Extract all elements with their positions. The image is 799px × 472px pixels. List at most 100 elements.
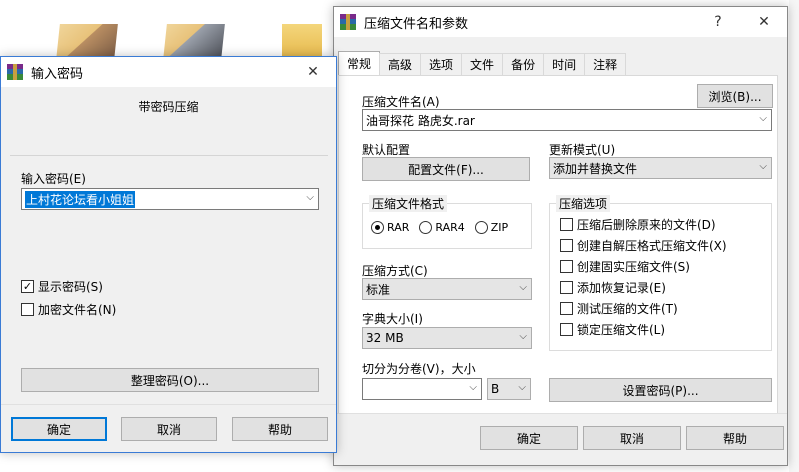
tab-backup[interactable]: 备份 (502, 53, 545, 75)
profile-button[interactable]: 配置文件(F)... (362, 157, 530, 181)
tab-time[interactable]: 时间 (543, 53, 586, 75)
method-label: 压缩方式(C) (362, 264, 428, 278)
tab-files[interactable]: 文件 (461, 53, 504, 75)
split-unit-select[interactable]: B ⌵ (487, 378, 531, 400)
lock-archive-checkbox[interactable]: 锁定压缩文件(L) (560, 321, 665, 338)
archive-name-value: 油哥探花 路虎女.rar (366, 113, 475, 128)
format-zip-label: ZIP (490, 221, 509, 234)
sfx-checkbox[interactable]: 创建自解压格式压缩文件(X) (560, 237, 727, 254)
checkmark-icon: ✓ (21, 280, 34, 293)
password-value: 上村花论坛看小姐姐 (25, 190, 136, 208)
test-archive-checkbox[interactable]: 测试压缩的文件(T) (560, 300, 678, 317)
checkbox-icon (21, 303, 34, 316)
password-label: 输入密码(E) (21, 172, 86, 186)
chevron-down-icon[interactable]: ⌵ (306, 192, 314, 203)
ok-button[interactable]: 确定 (480, 426, 578, 450)
option-label: 压缩后删除原来的文件(D) (577, 218, 716, 232)
method-value: 标准 (366, 282, 391, 297)
recovery-record-checkbox[interactable]: 添加恢复记录(E) (560, 279, 666, 296)
dict-size-label: 字典大小(I) (362, 312, 423, 326)
checkbox-icon (560, 281, 573, 294)
desktop-file-thumbnail[interactable] (56, 24, 118, 60)
dialog-footer: 确定 取消 帮助 (1, 404, 336, 452)
tab-options[interactable]: 选项 (420, 53, 463, 75)
background-window-edge (789, 0, 799, 472)
show-password-checkbox[interactable]: ✓ 显示密码(S) (21, 278, 103, 295)
chevron-down-icon[interactable]: ⌵ (519, 331, 527, 342)
encrypt-names-checkbox[interactable]: 加密文件名(N) (21, 301, 116, 318)
dict-size-value: 32 MB (366, 331, 404, 345)
cancel-button[interactable]: 取消 (583, 426, 681, 450)
password-field[interactable]: 上村花论坛看小姐姐 ⌵ (21, 188, 319, 210)
radio-selected-icon (371, 221, 384, 234)
archive-name-label: 压缩文件名(A) (362, 95, 440, 109)
dialog-heading: 带密码压缩 (138, 100, 199, 114)
tab-general[interactable]: 常规 (338, 51, 381, 75)
method-select[interactable]: 标准 ⌵ (362, 278, 532, 300)
option-label: 测试压缩的文件(T) (577, 302, 678, 316)
divider (10, 155, 328, 156)
format-rar-radio[interactable]: RAR (371, 221, 409, 234)
checkbox-icon (560, 302, 573, 315)
option-label: 创建固实压缩文件(S) (577, 260, 690, 274)
cancel-button[interactable]: 取消 (121, 417, 217, 441)
password-dialog: 输入密码 ✕ 带密码压缩 输入密码(E) 上村花论坛看小姐姐 ⌵ ✓ 显示密码(S… (0, 56, 337, 453)
help-button[interactable]: 帮助 (686, 426, 784, 450)
winrar-icon (7, 64, 23, 80)
archive-format-group: 压缩文件格式 RAR RAR4 ZIP (362, 195, 532, 249)
radio-icon (474, 221, 488, 234)
radio-icon (419, 221, 433, 234)
checkbox-icon (560, 218, 573, 231)
option-label: 锁定压缩文件(L) (577, 323, 666, 337)
dict-size-select[interactable]: 32 MB ⌵ (362, 327, 532, 349)
desktop-folder-icon[interactable] (282, 24, 322, 60)
solid-checkbox[interactable]: 创建固实压缩文件(S) (560, 258, 690, 275)
chevron-down-icon[interactable]: ⌵ (759, 113, 767, 124)
archive-name-field[interactable]: 油哥探花 路虎女.rar ⌵ (362, 109, 772, 131)
title-bar[interactable]: 输入密码 ✕ (1, 57, 336, 87)
checkbox-icon (560, 260, 573, 273)
option-label: 创建自解压格式压缩文件(X) (577, 239, 727, 253)
window-title: 输入密码 (31, 66, 84, 82)
update-mode-select[interactable]: 添加并替换文件 ⌵ (549, 157, 772, 179)
chevron-down-icon[interactable]: ⌵ (519, 282, 527, 293)
format-rar-label: RAR (387, 221, 410, 234)
update-mode-label: 更新模式(U) (549, 143, 616, 157)
checkbox-icon (560, 323, 573, 336)
format-rar4-radio[interactable]: RAR4 (419, 221, 465, 234)
archive-options-group: 压缩选项 压缩后删除原来的文件(D) 创建自解压格式压缩文件(X) 创建固实压缩… (549, 195, 772, 351)
option-label: 添加恢复记录(E) (577, 281, 666, 295)
ok-button[interactable]: 确定 (11, 417, 107, 441)
tab-advanced[interactable]: 高级 (379, 53, 422, 75)
window-title: 压缩文件名和参数 (364, 16, 469, 32)
update-mode-value: 添加并替换文件 (553, 161, 638, 176)
default-profile-label: 默认配置 (362, 143, 411, 157)
close-icon[interactable]: ✕ (741, 7, 787, 37)
chevron-down-icon[interactable]: ⌵ (469, 382, 477, 393)
chevron-down-icon[interactable]: ⌵ (759, 161, 767, 172)
delete-after-checkbox[interactable]: 压缩后删除原来的文件(D) (560, 216, 716, 233)
desktop-file-thumbnail[interactable] (163, 24, 225, 60)
encrypt-names-label: 加密文件名(N) (38, 303, 117, 317)
show-password-label: 显示密码(S) (38, 280, 103, 294)
tab-strip: 常规 高级 选项 文件 备份 时间 注释 (338, 51, 627, 75)
browse-button[interactable]: 浏览(B)... (697, 84, 773, 108)
dialog-footer: 确定 取消 帮助 (334, 413, 787, 465)
set-password-button[interactable]: 设置密码(P)... (549, 378, 772, 402)
close-icon[interactable]: ✕ (290, 57, 336, 87)
format-rar4-label: RAR4 (435, 221, 465, 234)
help-button[interactable]: 帮助 (232, 417, 328, 441)
chevron-down-icon[interactable]: ⌵ (518, 382, 526, 393)
checkbox-icon (560, 239, 573, 252)
split-volume-label: 切分为分卷(V)，大小 (362, 362, 476, 376)
split-size-field[interactable]: ⌵ (362, 378, 482, 400)
general-tab-panel: 压缩文件名(A) 浏览(B)... 油哥探花 路虎女.rar ⌵ 默认配置 配置… (338, 75, 778, 420)
archive-params-dialog: 压缩文件名和参数 ? ✕ 常规 高级 选项 文件 备份 时间 注释 压缩文件名(… (333, 6, 788, 466)
archive-options-title: 压缩选项 (556, 195, 611, 212)
format-zip-radio[interactable]: ZIP (474, 221, 509, 234)
tab-comment[interactable]: 注释 (584, 53, 627, 75)
help-icon[interactable]: ? (695, 7, 741, 37)
archive-format-title: 压缩文件格式 (369, 195, 448, 212)
organize-passwords-button[interactable]: 整理密码(O)... (21, 368, 319, 392)
title-bar[interactable]: 压缩文件名和参数 ? ✕ (334, 7, 787, 37)
